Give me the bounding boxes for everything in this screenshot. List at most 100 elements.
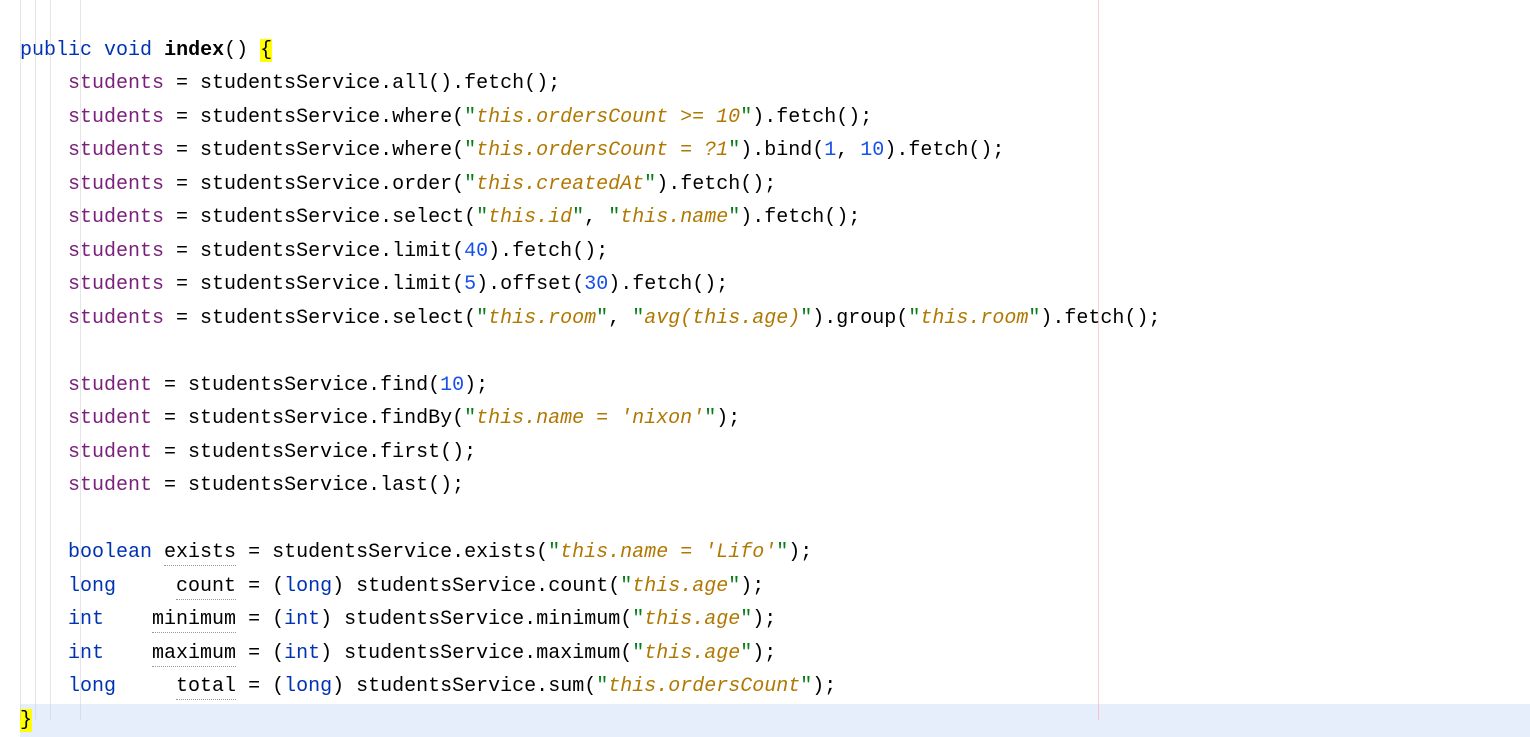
dot: .: [1052, 307, 1064, 330]
code-line[interactable]: student = studentsService.first();: [20, 436, 1530, 470]
keyword-long: long: [68, 675, 116, 698]
quote: ": [464, 173, 476, 196]
lparen: (: [464, 206, 476, 229]
semi: ;: [1148, 307, 1160, 330]
dot: .: [368, 474, 380, 497]
dot: .: [452, 72, 464, 95]
quote: ": [464, 139, 476, 162]
rparen: ): [584, 240, 596, 263]
method-select: select: [392, 307, 464, 330]
quote: ": [632, 608, 644, 631]
rparen: ): [752, 106, 764, 129]
rparen: ): [440, 72, 452, 95]
method-group: group: [836, 307, 896, 330]
method-fetch: fetch: [764, 206, 824, 229]
quote: ": [596, 675, 608, 698]
code-line[interactable]: students = studentsService.limit(40).fet…: [20, 235, 1530, 269]
code-line-blank[interactable]: [20, 335, 1530, 369]
semi: ;: [476, 374, 488, 397]
rparen: ): [488, 240, 500, 263]
quote: ": [632, 307, 644, 330]
semi: ;: [728, 407, 740, 430]
method-name: index: [164, 39, 224, 62]
quote: ": [608, 206, 620, 229]
keyword-long: long: [284, 575, 332, 598]
code-line[interactable]: students = studentsService.where("this.o…: [20, 134, 1530, 168]
dot: .: [536, 575, 548, 598]
code-line[interactable]: public void index() {: [20, 34, 1530, 68]
quote: ": [548, 541, 560, 564]
svc: studentsService: [200, 273, 380, 296]
quote: ": [728, 139, 740, 162]
lparen: (: [572, 240, 584, 263]
rparen: ): [476, 273, 488, 296]
current-line[interactable]: }: [20, 704, 1530, 737]
rparen: ): [320, 608, 332, 631]
method-fetch: fetch: [776, 106, 836, 129]
str-room: this.room: [920, 307, 1028, 330]
semi: ;: [764, 608, 776, 631]
semi: ;: [464, 441, 476, 464]
field-students: students: [68, 139, 164, 162]
semi: ;: [992, 139, 1004, 162]
code-line[interactable]: student = studentsService.findBy("this.n…: [20, 402, 1530, 436]
code-line[interactable]: student = studentsService.find(10);: [20, 369, 1530, 403]
svc: studentsService: [344, 642, 524, 665]
str-ordersCountGe: this.ordersCount >= 10: [476, 106, 740, 129]
lparen: (: [620, 642, 632, 665]
rparen: ): [740, 206, 752, 229]
rparen: ): [740, 139, 752, 162]
lparen: (: [740, 173, 752, 196]
var-total: total: [176, 675, 236, 700]
code-line[interactable]: students = studentsService.select("this.…: [20, 302, 1530, 336]
quote: ": [464, 407, 476, 430]
code-line-blank[interactable]: [20, 503, 1530, 537]
svc: studentsService: [200, 139, 380, 162]
quote: ": [572, 206, 584, 229]
lparen: (: [968, 139, 980, 162]
code-line[interactable]: student = studentsService.last();: [20, 469, 1530, 503]
quote: ": [476, 307, 488, 330]
code-line[interactable]: int minimum = (int) studentsService.mini…: [20, 603, 1530, 637]
code-line[interactable]: long count = (long) studentsService.coun…: [20, 570, 1530, 604]
space: [248, 39, 260, 62]
code-line[interactable]: int maximum = (int) studentsService.maxi…: [20, 637, 1530, 671]
code-line[interactable]: long total = (long) studentsService.sum(…: [20, 670, 1530, 704]
rparen: ): [884, 139, 896, 162]
quote: ": [740, 106, 752, 129]
semi: ;: [764, 173, 776, 196]
field-students: students: [68, 106, 164, 129]
str-id: this.id: [488, 206, 572, 229]
method-fetch: fetch: [512, 240, 572, 263]
str-age: this.age: [632, 575, 728, 598]
semi: ;: [824, 675, 836, 698]
quote: ": [476, 206, 488, 229]
code-line[interactable]: students = studentsService.order("this.c…: [20, 168, 1530, 202]
rparen: ): [452, 441, 464, 464]
field-students: students: [68, 240, 164, 263]
code-editor[interactable]: public void index() { students = student…: [0, 0, 1530, 737]
dot: .: [896, 139, 908, 162]
equals: =: [152, 441, 188, 464]
keyword-int: int: [284, 642, 320, 665]
rparen: ): [704, 273, 716, 296]
num-10: 10: [440, 374, 464, 397]
dot: .: [452, 541, 464, 564]
lparen: (: [428, 374, 440, 397]
quote: ": [704, 407, 716, 430]
code-line[interactable]: boolean exists = studentsService.exists(…: [20, 536, 1530, 570]
code-line[interactable]: students = studentsService.where("this.o…: [20, 101, 1530, 135]
dot: .: [368, 374, 380, 397]
keyword-void: void: [104, 39, 152, 62]
num-30: 30: [584, 273, 608, 296]
code-line[interactable]: students = studentsService.limit(5).offs…: [20, 268, 1530, 302]
dot: .: [380, 72, 392, 95]
code-line[interactable]: students = studentsService.select("this.…: [20, 201, 1530, 235]
rparen: ): [332, 675, 344, 698]
svc: studentsService: [356, 675, 536, 698]
svc: studentsService: [356, 575, 536, 598]
indent-guide: [20, 0, 21, 720]
method-where: where: [392, 139, 452, 162]
code-line[interactable]: students = studentsService.all().fetch()…: [20, 67, 1530, 101]
comma: ,: [608, 307, 632, 330]
